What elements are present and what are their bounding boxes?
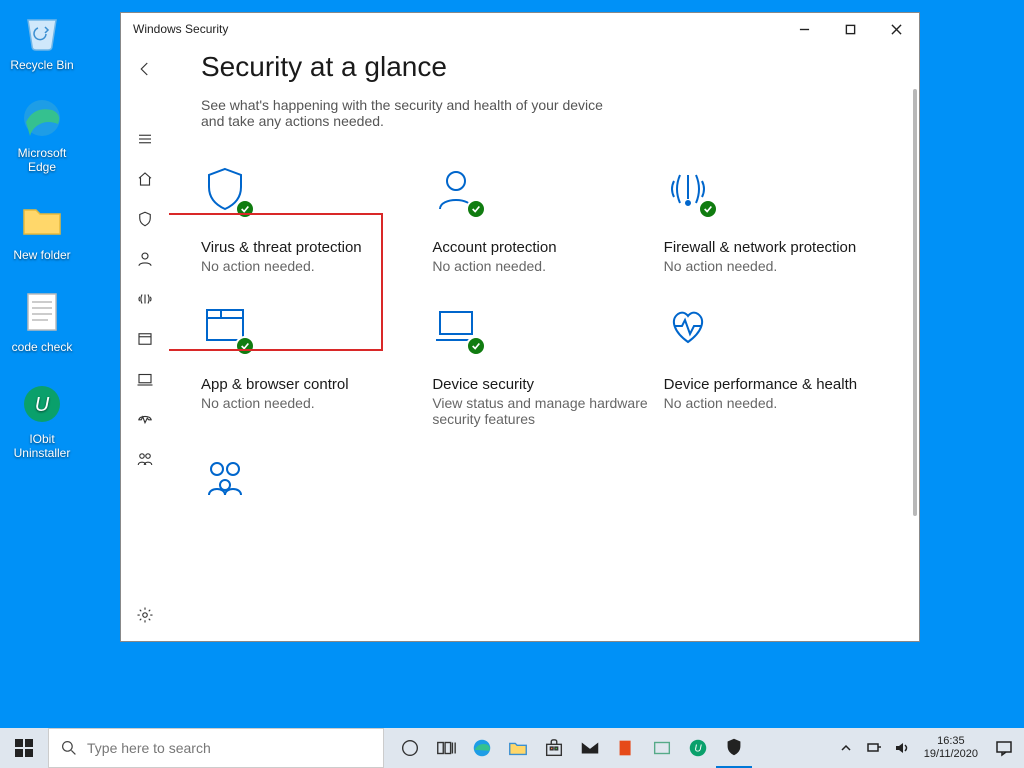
desktop-icon-label: Microsoft Edge: [4, 146, 80, 175]
iobit-icon: U: [18, 380, 66, 428]
desktop-icon-new-folder[interactable]: New folder: [4, 196, 80, 262]
heart-health-icon: [664, 302, 720, 358]
nav-device-security[interactable]: [125, 359, 165, 399]
taskbar-store[interactable]: [536, 728, 572, 768]
start-button[interactable]: [0, 728, 48, 768]
folder-icon: [18, 196, 66, 244]
tile-subtitle: No action needed.: [664, 395, 879, 411]
tiles-grid: Virus & threat protection No action need…: [201, 165, 887, 511]
nav-device-performance[interactable]: [125, 399, 165, 439]
scrollbar[interactable]: [911, 89, 919, 637]
close-button[interactable]: [873, 13, 919, 45]
browser-control-icon: [201, 302, 257, 358]
action-center-button[interactable]: [988, 739, 1020, 757]
check-badge-icon: [235, 336, 255, 356]
back-button[interactable]: [125, 49, 165, 89]
tile-title: Device security: [432, 376, 647, 393]
search-placeholder: Type here to search: [87, 740, 211, 756]
taskbar: Type here to search U 16:35 19/11/2020: [0, 728, 1024, 768]
nav-app-browser[interactable]: [125, 319, 165, 359]
main-content: Security at a glance See what's happenin…: [169, 45, 919, 641]
tile-subtitle: No action needed.: [201, 395, 416, 411]
taskbar-apps: U: [392, 728, 752, 768]
tray-volume-icon[interactable]: [890, 740, 914, 756]
svg-text:U: U: [694, 744, 702, 755]
tile-performance[interactable]: Device performance & health No action ne…: [664, 302, 887, 427]
titlebar[interactable]: Windows Security: [121, 13, 919, 45]
desktop-icon-label: Recycle Bin: [4, 58, 80, 72]
desktop-icon-code-check[interactable]: code check: [4, 288, 80, 354]
search-box[interactable]: Type here to search: [48, 728, 384, 768]
taskbar-mail[interactable]: [572, 728, 608, 768]
taskbar-office[interactable]: [608, 728, 644, 768]
tile-account[interactable]: Account protection No action needed.: [432, 165, 655, 274]
desktop-icon-label: code check: [4, 340, 80, 354]
maximize-button[interactable]: [827, 13, 873, 45]
hamburger-button[interactable]: [125, 119, 165, 159]
nav-rail: [121, 45, 169, 641]
nav-virus[interactable]: [125, 199, 165, 239]
taskbar-explorer[interactable]: [500, 728, 536, 768]
tile-title: Firewall & network protection: [664, 239, 879, 256]
check-badge-icon: [235, 199, 255, 219]
window-title: Windows Security: [133, 22, 228, 36]
tray-overflow[interactable]: [834, 742, 858, 754]
desktop-icon-label: New folder: [4, 248, 80, 262]
desktop-icon-recycle-bin[interactable]: Recycle Bin: [4, 6, 80, 72]
task-view-button[interactable]: [428, 728, 464, 768]
tile-title: Device performance & health: [664, 376, 879, 393]
tile-app-browser[interactable]: App & browser control No action needed.: [201, 302, 424, 427]
desktop-icon-label: IObit Uninstaller: [4, 432, 80, 461]
tile-title: Virus & threat protection: [201, 239, 416, 256]
tile-title: App & browser control: [201, 376, 416, 393]
tile-subtitle: No action needed.: [432, 258, 647, 274]
check-badge-icon: [466, 336, 486, 356]
nav-firewall[interactable]: [125, 279, 165, 319]
account-icon: [432, 165, 488, 221]
clock-time: 16:35: [924, 735, 978, 748]
tile-title: Account protection: [432, 239, 647, 256]
system-tray: 16:35 19/11/2020: [830, 728, 1024, 768]
taskbar-app1[interactable]: [644, 728, 680, 768]
check-badge-icon: [698, 199, 718, 219]
check-badge-icon: [466, 199, 486, 219]
text-file-icon: [18, 288, 66, 336]
tile-subtitle: No action needed.: [201, 258, 416, 274]
firewall-icon: [664, 165, 720, 221]
nav-account[interactable]: [125, 239, 165, 279]
svg-text:U: U: [35, 394, 50, 416]
tile-subtitle: No action needed.: [664, 258, 879, 274]
minimize-button[interactable]: [781, 13, 827, 45]
window-controls: [781, 13, 919, 45]
nav-family[interactable]: [125, 439, 165, 479]
tile-firewall[interactable]: Firewall & network protection No action …: [664, 165, 887, 274]
tile-subtitle: View status and manage hardware security…: [432, 395, 647, 427]
clock-date: 19/11/2020: [924, 748, 978, 761]
taskbar-security[interactable]: [716, 728, 752, 768]
clock[interactable]: 16:35 19/11/2020: [918, 735, 984, 761]
windows-security-window: Windows Security Security: [120, 12, 920, 642]
shield-icon: [201, 165, 257, 221]
tile-device-security[interactable]: Device security View status and manage h…: [432, 302, 655, 427]
tile-family[interactable]: [201, 455, 424, 511]
taskbar-edge[interactable]: [464, 728, 500, 768]
cortana-button[interactable]: [392, 728, 428, 768]
desktop-icon-iobit[interactable]: U IObit Uninstaller: [4, 380, 80, 461]
page-heading: Security at a glance: [201, 51, 887, 83]
tile-virus-threat[interactable]: Virus & threat protection No action need…: [201, 165, 424, 274]
family-icon: [201, 455, 257, 511]
edge-icon: [18, 94, 66, 142]
desktop-icon-edge[interactable]: Microsoft Edge: [4, 94, 80, 175]
page-subtitle: See what's happening with the security a…: [201, 97, 621, 129]
recycle-bin-icon: [18, 6, 66, 54]
taskbar-iobit[interactable]: U: [680, 728, 716, 768]
nav-home[interactable]: [125, 159, 165, 199]
device-security-icon: [432, 302, 488, 358]
tray-network-icon[interactable]: [862, 740, 886, 756]
nav-settings[interactable]: [125, 595, 165, 635]
